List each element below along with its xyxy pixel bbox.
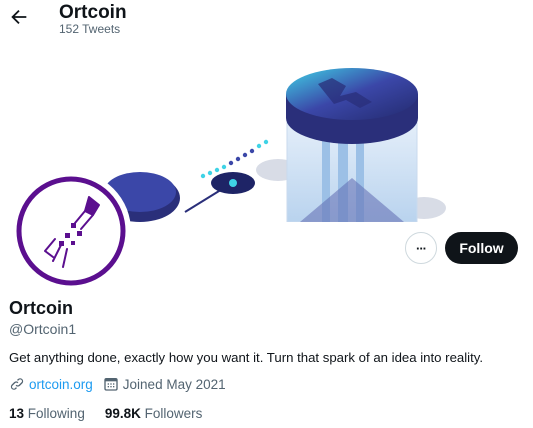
website-item: ortcoin.org [9,376,93,392]
link-icon [10,378,24,390]
follow-button[interactable]: Follow [445,232,518,264]
more-horizontal-icon: ··· [416,240,427,256]
arrow-left-icon [11,9,27,25]
profile-bio: Get anything done, exactly how you want … [9,350,484,365]
calendar-icon [104,378,118,391]
followers-label: Followers [144,406,203,421]
website-link[interactable]: ortcoin.org [29,377,93,392]
page-title: Ortcoin [59,2,127,23]
tweet-count: 152 Tweets [59,22,121,36]
profile-handle: @Ortcoin1 [9,321,77,337]
following-label: Following [27,406,85,421]
more-options-button[interactable]: ··· [405,232,437,264]
joined-item: Joined May 2021 [103,376,226,392]
joined-date: Joined May 2021 [122,376,226,392]
following-count: 13 [9,406,25,421]
following-link[interactable]: 13 Following [9,406,85,421]
profile-name: Ortcoin [9,298,74,318]
profile-avatar[interactable] [11,171,131,291]
ortcoin-logo [16,176,126,286]
back-button[interactable] [8,6,30,28]
followers-count: 99.8K [104,406,141,421]
follow-stats: 13 Following 99.8K Followers [9,406,222,421]
followers-link[interactable]: 99.8K Followers [105,406,203,421]
top-bar: Ortcoin 152 Tweets [0,0,533,48]
profile-meta: ortcoin.org Joined May 2021 [9,376,236,392]
